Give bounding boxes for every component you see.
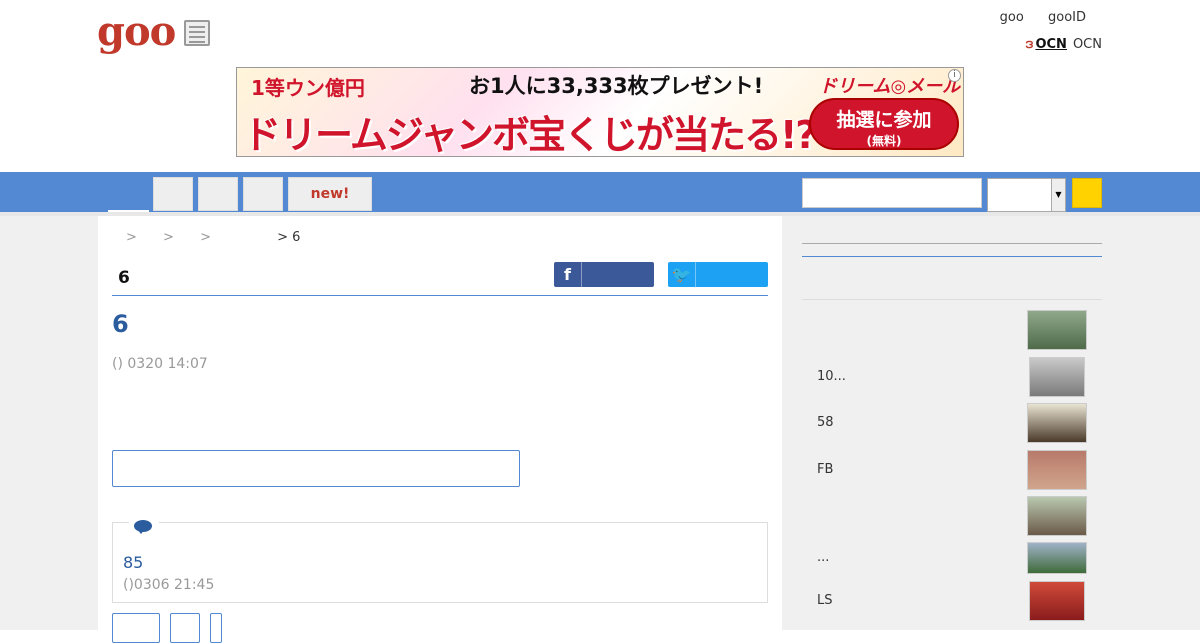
twitter-share-button[interactable]: 🐦 [668,262,768,287]
header: goo goo gooID ဒ OCN OCN 1等ウン億円 お1人に33,33… [0,0,1200,172]
sidebar-divider [802,243,1102,244]
comment-bubble-icon [129,515,159,534]
news-thumbnail[interactable] [1027,403,1087,443]
goo-link[interactable]: goo [1000,10,1024,25]
banner-present-text: お1人に33,333枚プレゼント! [469,74,764,98]
banner-cta-sub: (無料) [866,134,902,148]
breadcrumb-current: > 6 [277,230,301,245]
article-link-box[interactable] [112,450,520,487]
news-thumbnail[interactable] [1027,450,1087,490]
sidebar: 10... 58 FB ... LS [802,216,1102,630]
header-links: goo gooID [980,10,1086,25]
newspaper-icon[interactable] [184,20,210,46]
section-title: 6 [118,268,130,288]
ocn-label: OCN [1072,36,1102,52]
ad-banner[interactable]: 1等ウン億円 お1人に33,333枚プレゼント! ドリームジャンボ宝くじが当たる… [236,67,964,157]
breadcrumb-sep[interactable]: > [200,230,211,245]
search-button[interactable] [1072,178,1102,208]
news-thumbnail[interactable] [1027,310,1087,350]
comment-meta: ()0306 21:45 [123,577,215,593]
banner-cta-button[interactable]: 抽選に参加 (無料) [809,98,959,150]
sidebar-news-item[interactable]: FB [817,462,1017,477]
facebook-icon: f [554,262,582,287]
facebook-share-button[interactable]: f [554,262,654,287]
chevron-down-icon: ▼ [1051,179,1065,211]
sidebar-divider [802,299,1102,300]
article-meta: () 0320 14:07 [112,356,208,372]
nav-tab-new[interactable]: new! [288,177,372,211]
pager-button-3[interactable] [210,613,222,643]
banner-prize-text: 1等ウン億円 [251,76,365,100]
sidebar-news-item[interactable]: LS [817,593,1017,608]
breadcrumb-sep[interactable]: > [163,230,174,245]
ocn-link[interactable]: ဒ OCN OCN [1025,32,1102,56]
goo-logo[interactable]: goo [97,8,176,55]
search-scope-select[interactable]: ▼ [987,178,1066,212]
banner-brand: ドリーム◎メール [819,76,961,97]
news-thumbnail[interactable] [1029,581,1085,621]
news-thumbnail[interactable] [1027,496,1087,536]
breadcrumb: > > > > 6 [126,230,322,245]
news-thumbnail[interactable] [1027,542,1087,574]
breadcrumb-sep[interactable]: > [126,230,137,245]
comment-box: 85 ()0306 21:45 [112,515,768,603]
nav-tab-3[interactable] [243,177,283,211]
sidebar-news-item[interactable]: 10... [817,369,1017,384]
twitter-icon: 🐦 [668,262,696,287]
sidebar-news-item[interactable]: ... [817,550,1017,565]
banner-headline: ドリームジャンボ宝くじが当たる!? [243,113,817,157]
pager-button-1[interactable] [112,613,160,643]
banner-cta-label: 抽選に参加 [836,109,932,131]
main-content: > > > > 6 6 f 🐦 6 () 0320 14:07 85 ()030… [98,216,782,643]
ad-info-icon[interactable]: i [948,69,961,82]
comment-count[interactable]: 85 [123,553,143,572]
nav-tab-2[interactable] [198,177,238,211]
pager-button-2[interactable] [170,613,200,643]
sidebar-news-item[interactable]: 58 [817,415,1017,430]
article-title: 6 [112,310,129,338]
gooid-link[interactable]: gooID [1048,10,1086,25]
title-divider [112,295,768,296]
search-input[interactable] [802,178,982,208]
ocn-logo: OCN [1035,36,1067,52]
nav-home-tab[interactable] [108,172,149,212]
sidebar-divider-accent [802,256,1102,257]
ocn-icon: ဒ [1025,33,1034,52]
nav-bar: new! ▼ [0,172,1200,212]
news-thumbnail[interactable] [1029,357,1085,397]
nav-tab-1[interactable] [153,177,193,211]
